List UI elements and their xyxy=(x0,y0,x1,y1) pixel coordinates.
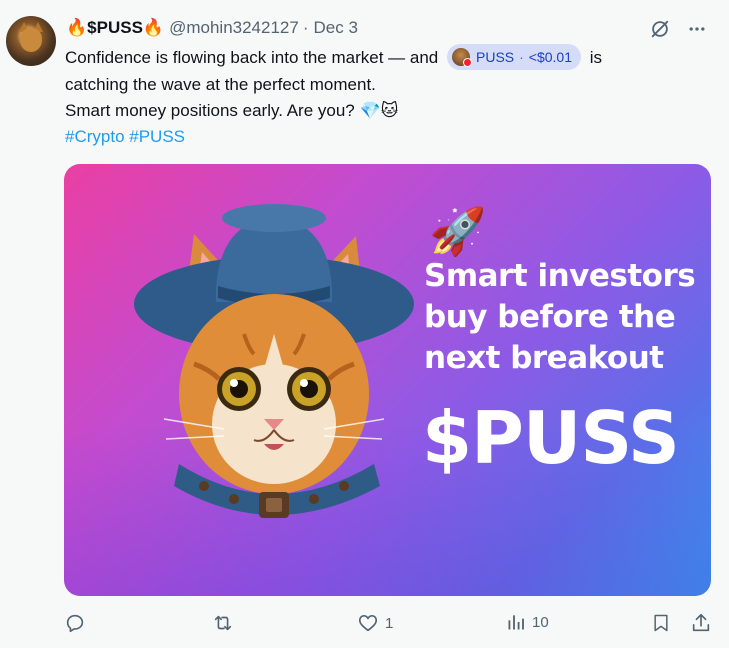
tweet-text-segment: Confidence is flowing back into the mark… xyxy=(65,48,439,67)
share-button[interactable] xyxy=(690,612,712,634)
repost-icon xyxy=(211,612,235,634)
cat-mascot-illustration xyxy=(134,204,414,518)
tweet-text: Confidence is flowing back into the mark… xyxy=(65,43,705,150)
share-icon xyxy=(690,612,712,634)
tweet-text-line: catching the wave at the perfect moment. xyxy=(65,74,376,94)
reply-button[interactable] xyxy=(64,612,92,634)
hashtags[interactable]: #Crypto #PUSS xyxy=(65,124,705,150)
tweet-top-actions xyxy=(649,18,707,40)
more-icon[interactable] xyxy=(687,19,707,39)
promo-headline: Smart investors buy before the next brea… xyxy=(424,256,704,379)
bookmark-icon xyxy=(651,612,671,634)
promo-line: next breakout xyxy=(424,340,664,376)
views-count: 10 xyxy=(532,613,549,631)
cashtag-symbol: PUSS xyxy=(476,48,515,65)
reply-icon xyxy=(64,612,86,634)
rocket-icon: 🚀 xyxy=(429,205,487,257)
cashtag-price: <$0.01 xyxy=(528,48,573,65)
bookmark-button[interactable] xyxy=(651,612,671,634)
display-name[interactable]: 🔥$PUSS🔥 xyxy=(66,18,164,38)
tweet-header: 🔥$PUSS🔥 @mohin3242127 · Dec 3 xyxy=(66,17,358,39)
header-separator: · xyxy=(302,18,309,37)
tweet-text-line: Smart money positions early. Are you? 💎🐱 xyxy=(65,100,399,120)
promo-ticker: $PUSS xyxy=(422,396,680,480)
tweet-date[interactable]: Dec 3 xyxy=(314,18,358,38)
views-icon xyxy=(506,612,526,632)
cashtag-pill[interactable]: PUSS · <$0.01 xyxy=(447,43,582,70)
promo-line: buy before the xyxy=(424,299,676,335)
grok-icon[interactable] xyxy=(649,18,671,40)
repost-button[interactable] xyxy=(211,612,241,634)
like-icon xyxy=(357,612,379,634)
views-button[interactable]: 10 xyxy=(506,612,549,632)
user-handle[interactable]: @mohin3242127 xyxy=(169,18,299,38)
tweet-media-image[interactable]: 🚀 Smart investors buy before the next br… xyxy=(64,164,711,596)
promo-line: Smart investors xyxy=(424,258,696,294)
cashtag-separator: · xyxy=(519,48,524,65)
tweet-text-line: Confidence is flowing back into the mark… xyxy=(65,43,705,72)
tweet-text-segment: is xyxy=(589,48,603,67)
token-logo-icon xyxy=(452,47,472,67)
avatar[interactable] xyxy=(6,16,56,66)
tweet-action-bar: 1 10 xyxy=(0,612,729,638)
like-count: 1 xyxy=(385,614,394,632)
like-button[interactable]: 1 xyxy=(357,612,393,634)
